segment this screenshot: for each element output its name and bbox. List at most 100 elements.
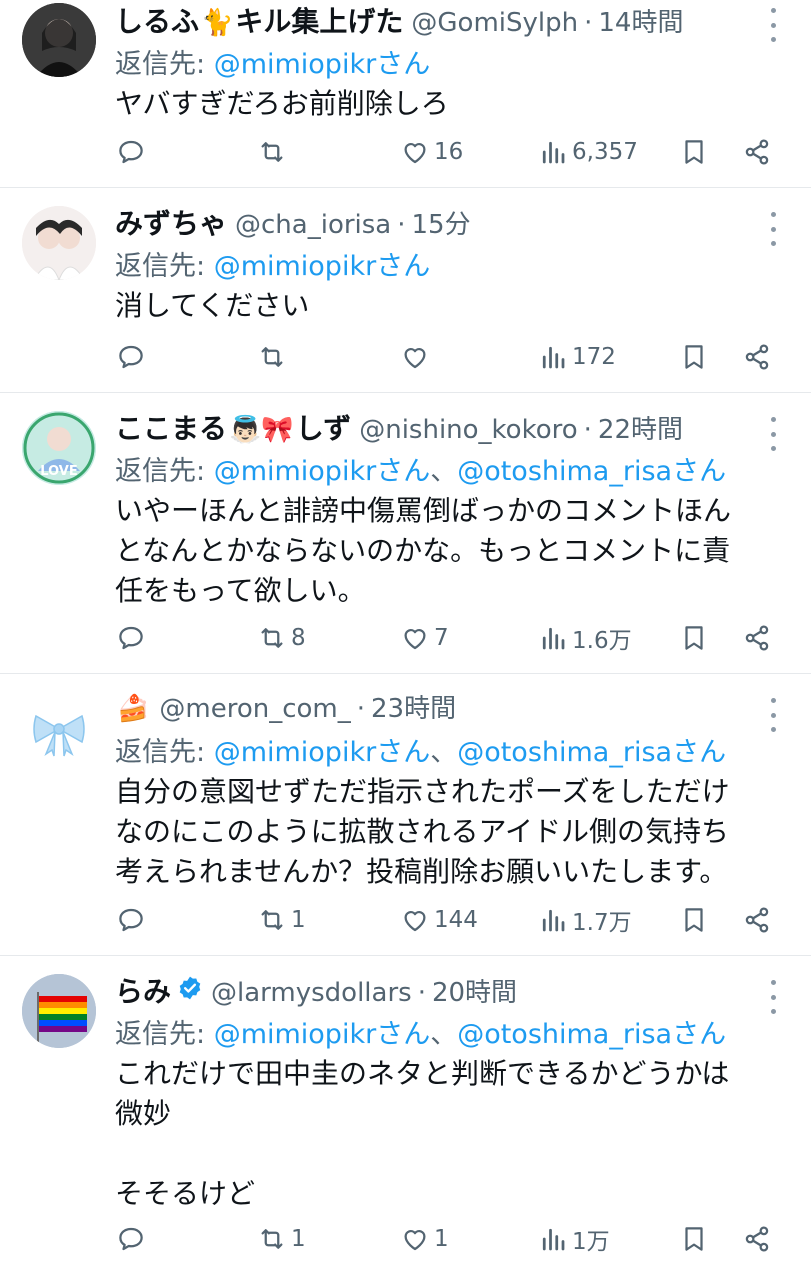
reply-icon: [119, 1227, 143, 1251]
heart-icon: [404, 348, 426, 369]
more-options-icon[interactable]: [763, 698, 783, 732]
tweet-text: 自分の意図せずただ指示されたポーズをしただけなのにこのように拡散されるアイドル側…: [115, 775, 730, 888]
mention-link[interactable]: @otoshima_risaさん: [457, 456, 726, 487]
timestamp[interactable]: 14時間: [598, 2, 683, 39]
like-button[interactable]: 144: [400, 900, 478, 940]
user-handle[interactable]: @nishino_kokoro: [359, 415, 577, 445]
retweet-button[interactable]: 1: [257, 900, 306, 940]
mention-link[interactable]: @mimiopikrさん: [214, 456, 431, 487]
share-button[interactable]: [742, 1219, 772, 1259]
tweet[interactable]: LOVE ここまる 👼🏻🎀 しず @nishino_kokoro · 22時間 …: [0, 393, 811, 674]
bookmark-button[interactable]: [679, 618, 709, 658]
mention-link[interactable]: @otoshima_risaさん: [457, 737, 726, 768]
tweet[interactable]: みずちゃ @cha_iorisa · 15分 返信先: @mimiopikrさん…: [0, 188, 811, 393]
reply-icon: [119, 345, 143, 369]
more-options-icon[interactable]: [763, 8, 783, 42]
timestamp[interactable]: 23時間: [371, 688, 456, 725]
display-name-suffix[interactable]: しず: [296, 407, 351, 447]
reply-icon: [119, 140, 143, 164]
user-handle[interactable]: @meron_com_: [159, 694, 350, 724]
avatar[interactable]: LOVE: [22, 411, 96, 485]
more-options-icon[interactable]: [763, 417, 783, 451]
user-handle[interactable]: @larmysdollars: [211, 978, 412, 1008]
reply-button[interactable]: [116, 337, 150, 377]
reply-button[interactable]: [116, 1219, 150, 1259]
verified-badge-icon: [179, 976, 201, 1000]
reply-button[interactable]: [116, 132, 150, 172]
retweet-button[interactable]: [257, 337, 291, 377]
share-icon: [745, 1226, 769, 1252]
separator-dot: ·: [397, 210, 406, 240]
avatar[interactable]: [22, 3, 96, 77]
display-name[interactable]: らみ: [115, 970, 171, 1010]
timestamp[interactable]: 20時間: [432, 972, 517, 1009]
user-handle[interactable]: @cha_iorisa: [235, 210, 391, 240]
display-name[interactable]: しるふ: [115, 0, 199, 40]
user-handle[interactable]: @GomiSylph: [411, 8, 578, 38]
bookmark-button[interactable]: [679, 132, 709, 172]
bookmark-icon: [685, 345, 703, 369]
retweet-button[interactable]: 1: [257, 1219, 306, 1259]
reply-context: 返信先: @mimiopikrさん、@otoshima_risaさん: [115, 730, 751, 770]
share-button[interactable]: [742, 900, 772, 940]
share-button[interactable]: [742, 132, 772, 172]
reply-prefix: 返信先:: [115, 737, 214, 768]
heart-icon: [404, 911, 426, 932]
avatar[interactable]: [22, 692, 96, 766]
share-button[interactable]: [742, 337, 772, 377]
tweet[interactable]: らみ @larmysdollars · 20時間 返信先: @mimiopikr…: [0, 956, 811, 1280]
separator-dot: ·: [584, 8, 593, 38]
more-options-icon[interactable]: [763, 212, 783, 246]
reply-prefix: 返信先:: [115, 49, 214, 80]
like-button[interactable]: 1: [400, 1219, 449, 1259]
retweet-button[interactable]: [257, 132, 291, 172]
views-icon: [542, 909, 565, 932]
reply-icon: [119, 626, 143, 650]
tweet-text: ヤバすぎだろお前削除しろ: [115, 87, 449, 120]
share-button[interactable]: [742, 618, 772, 658]
views-button[interactable]: 1.6万: [538, 618, 632, 658]
display-name[interactable]: みずちゃ: [115, 202, 227, 242]
like-button[interactable]: 16: [400, 132, 463, 172]
retweet-button[interactable]: 8: [257, 618, 306, 658]
views-button[interactable]: 6,357: [538, 132, 638, 172]
timestamp[interactable]: 22時間: [598, 409, 683, 446]
views-button[interactable]: 1万: [538, 1219, 610, 1259]
bookmark-button[interactable]: [679, 900, 709, 940]
retweet-icon: [261, 910, 283, 930]
mention-link[interactable]: @mimiopikrさん: [214, 737, 431, 768]
mention-separator: 、: [430, 456, 458, 487]
separator-dot: ·: [417, 978, 426, 1008]
mention-link[interactable]: @mimiopikrさん: [214, 251, 431, 282]
bookmark-icon: [685, 626, 703, 650]
tweet-text: いやーほんと誹謗中傷罵倒ばっかのコメントほんとなんとかならないのかな。もっとコメ…: [115, 494, 732, 607]
mention-link[interactable]: @otoshima_risaさん: [457, 1019, 726, 1050]
mention-separator: 、: [430, 737, 458, 768]
tweet[interactable]: 🍰 @meron_com_ · 23時間 返信先: @mimiopikrさん、@…: [0, 674, 811, 956]
display-name[interactable]: ここまる: [115, 407, 227, 447]
like-button[interactable]: 7: [400, 618, 449, 658]
avatar[interactable]: [22, 206, 96, 280]
heart-icon: [404, 1230, 426, 1251]
reply-context: 返信先: @mimiopikrさん: [115, 42, 751, 82]
mention-link[interactable]: @mimiopikrさん: [214, 49, 431, 80]
mention-link[interactable]: @mimiopikrさん: [214, 1019, 431, 1050]
more-options-icon[interactable]: [763, 980, 783, 1014]
like-button[interactable]: [400, 337, 434, 377]
retweet-icon: [261, 628, 283, 648]
views-icon: [542, 627, 565, 650]
name-emoji: 🍰: [117, 694, 150, 724]
views-icon: [542, 141, 565, 164]
separator-dot: ·: [583, 415, 592, 445]
display-name-suffix[interactable]: キル集上げた: [235, 0, 403, 40]
reply-button[interactable]: [116, 618, 150, 658]
tweet[interactable]: しるふ 🐈 キル集上げた @GomiSylph · 14時間 返信先: @mim…: [0, 0, 811, 188]
views-button[interactable]: 1.7万: [538, 900, 632, 940]
reply-button[interactable]: [116, 900, 150, 940]
bookmark-button[interactable]: [679, 337, 709, 377]
views-button[interactable]: 172: [538, 337, 616, 377]
bookmark-icon: [685, 140, 703, 164]
avatar[interactable]: [22, 974, 96, 1048]
bookmark-button[interactable]: [679, 1219, 709, 1259]
timestamp[interactable]: 15分: [412, 204, 471, 241]
